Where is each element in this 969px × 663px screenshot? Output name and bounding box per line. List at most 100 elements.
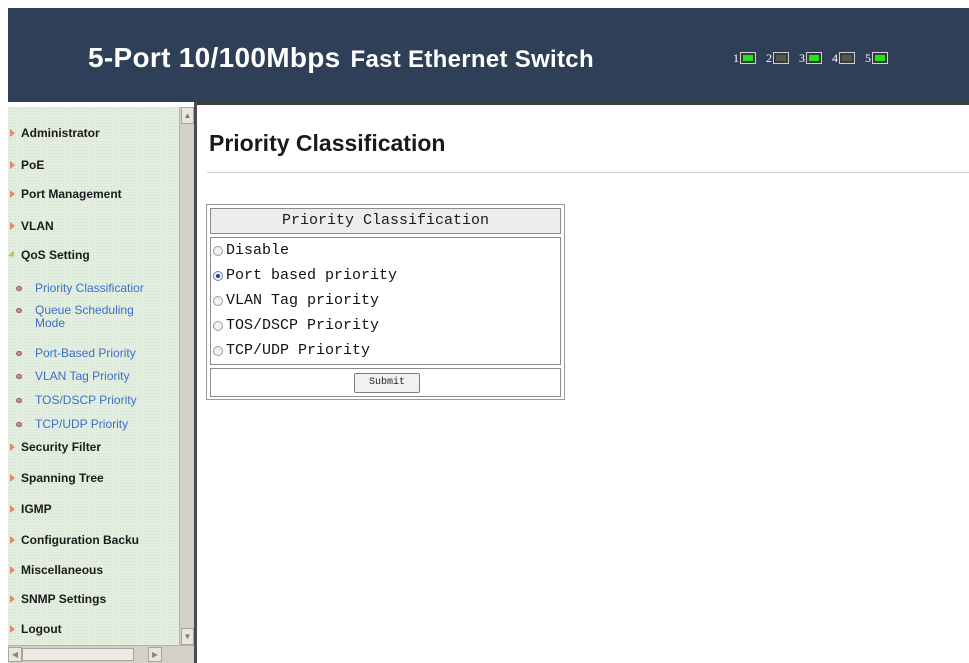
arrow-icon: [10, 474, 15, 482]
sidebar-item-configuration-backup[interactable]: Configuration Backu: [10, 533, 139, 547]
bullet-icon: [16, 308, 22, 313]
radio-vlan-tag-priority[interactable]: [213, 295, 223, 306]
sidebar-item-label: VLAN: [21, 219, 54, 233]
arrow-icon: [10, 222, 15, 230]
sidebar-item-label: Spanning Tree: [21, 471, 104, 485]
sidebar-item-igmp[interactable]: IGMP: [10, 502, 52, 516]
radio-tos-dscp-priority[interactable]: [213, 320, 223, 331]
port-link-icon: [806, 52, 822, 64]
scroll-down-icon[interactable]: ▼: [181, 628, 194, 645]
sidebar-subitem-port-based-priority[interactable]: Port-Based Priority: [16, 347, 136, 360]
sidebar-item-spanning-tree[interactable]: Spanning Tree: [10, 471, 104, 485]
sidebar-subitem-label: TCP/UDP Priority: [35, 417, 129, 431]
device-title: 5-Port 10/100Mbps Fast Ethernet Switch: [88, 42, 594, 74]
form-footer: Submit: [210, 368, 561, 397]
page-title: Priority Classification: [209, 130, 446, 156]
port-link-icon: [839, 52, 855, 64]
option-tcp-udp-priority[interactable]: TCP/UDP Priority: [213, 342, 370, 359]
arrow-icon: [10, 536, 15, 544]
priority-classification-form: Priority Classification Disable Port bas…: [206, 204, 565, 400]
option-label: TOS/DSCP Priority: [226, 317, 380, 334]
scroll-left-icon[interactable]: ◀: [8, 647, 22, 662]
sidebar-item-label: Logout: [21, 622, 62, 636]
sidebar-subitem-label: VLAN Tag Priority: [35, 369, 130, 383]
port-number: 1: [733, 51, 739, 65]
header-banner: 5-Port 10/100Mbps Fast Ethernet Switch 1 …: [8, 8, 969, 102]
bullet-icon: [16, 286, 22, 291]
radio-disable[interactable]: [213, 245, 223, 256]
form-header: Priority Classification: [210, 208, 561, 234]
sidebar-subitem-label: TOS/DSCP Priority: [35, 393, 137, 407]
sidebar-item-label: Administrator: [21, 126, 100, 140]
priority-options-group: Disable Port based priority VLAN Tag pri…: [210, 237, 561, 365]
scroll-right-icon[interactable]: ▶: [148, 647, 162, 662]
frame-divider-horizontal: [197, 102, 969, 105]
sidebar-item-snmp-settings[interactable]: SNMP Settings: [10, 592, 106, 606]
port-1: 1: [733, 52, 756, 64]
radio-port-based-priority[interactable]: [213, 270, 223, 281]
arrow-icon: [10, 443, 15, 451]
port-5: 5: [865, 52, 888, 64]
port-3: 3: [799, 52, 822, 64]
option-tos-dscp-priority[interactable]: TOS/DSCP Priority: [213, 317, 379, 334]
port-link-icon: [872, 52, 888, 64]
radio-tcp-udp-priority[interactable]: [213, 345, 223, 356]
port-4: 4: [832, 52, 855, 64]
sidebar-item-poe[interactable]: PoE: [10, 158, 44, 172]
scroll-up-icon[interactable]: ▲: [181, 107, 194, 124]
sidebar-item-security-filter[interactable]: Security Filter: [10, 440, 101, 454]
arrow-icon: [10, 129, 15, 137]
sidebar-item-administrator[interactable]: Administrator: [10, 126, 100, 140]
option-port-based-priority[interactable]: Port based priority: [213, 267, 397, 284]
arrow-icon: [10, 161, 15, 169]
option-label: Port based priority: [226, 267, 398, 284]
title-divider: [207, 172, 969, 173]
option-vlan-tag-priority[interactable]: VLAN Tag priority: [213, 292, 379, 309]
sidebar-item-miscellaneous[interactable]: Miscellaneous: [10, 563, 103, 577]
sidebar-item-logout[interactable]: Logout: [10, 622, 62, 636]
scroll-thumb[interactable]: [22, 648, 134, 661]
device-title-type: Fast Ethernet Switch: [350, 46, 594, 73]
sidebar-item-port-management[interactable]: Port Management: [10, 187, 122, 201]
sidebar-item-label: Miscellaneous: [21, 563, 104, 577]
port-link-icon: [773, 52, 789, 64]
frame-divider-vertical: [194, 102, 197, 663]
option-label: Disable: [226, 242, 290, 259]
arrow-icon: [10, 625, 15, 633]
port-link-icon: [740, 52, 756, 64]
sidebar-vertical-scrollbar[interactable]: ▲ ▼: [179, 107, 194, 645]
sidebar-item-vlan[interactable]: VLAN: [10, 219, 54, 233]
arrow-open-icon: [8, 250, 18, 260]
bullet-icon: [16, 374, 22, 379]
port-number: 3: [799, 51, 805, 65]
sidebar-item-label: IGMP: [21, 502, 52, 516]
option-label: VLAN Tag priority: [226, 292, 380, 309]
bullet-icon: [16, 398, 22, 403]
sidebar-subitem-queue-scheduling-mode[interactable]: Queue Scheduling Mode: [16, 304, 155, 330]
sidebar-subitem-tos-dscp-priority[interactable]: TOS/DSCP Priority: [16, 394, 137, 407]
sidebar-subitem-label: Priority Classificatior: [35, 281, 144, 295]
arrow-icon: [10, 505, 15, 513]
sidebar-item-label: QoS Setting: [21, 248, 90, 262]
sidebar-item-label: PoE: [21, 158, 45, 172]
sidebar-item-qos-setting[interactable]: QoS Setting: [8, 248, 90, 262]
port-number: 4: [832, 51, 838, 65]
submit-button[interactable]: Submit: [354, 373, 420, 393]
sidebar-subitem-label: Queue Scheduling Mode: [35, 303, 134, 330]
arrow-icon: [10, 566, 15, 574]
sidebar-subitem-priority-classification[interactable]: Priority Classificatior: [16, 282, 144, 295]
sidebar-horizontal-scrollbar[interactable]: ◀ ▶: [8, 645, 194, 663]
option-disable[interactable]: Disable: [213, 242, 289, 259]
sidebar-item-label: Configuration Backu: [21, 533, 140, 547]
sidebar: Administrator PoE Port Management VLAN Q…: [8, 107, 194, 663]
port-number: 2: [766, 51, 772, 65]
port-status-panel: 1 2 3 4 5: [733, 52, 888, 64]
option-label: TCP/UDP Priority: [226, 342, 371, 359]
device-title-model: 5-Port 10/100Mbps: [88, 42, 341, 73]
sidebar-subitem-vlan-tag-priority[interactable]: VLAN Tag Priority: [16, 370, 129, 383]
sidebar-item-label: Port Management: [21, 187, 122, 201]
sidebar-subitem-label: Port-Based Priority: [35, 346, 136, 360]
port-2: 2: [766, 52, 789, 64]
sidebar-subitem-tcp-udp-priority[interactable]: TCP/UDP Priority: [16, 418, 128, 431]
arrow-icon: [10, 595, 15, 603]
